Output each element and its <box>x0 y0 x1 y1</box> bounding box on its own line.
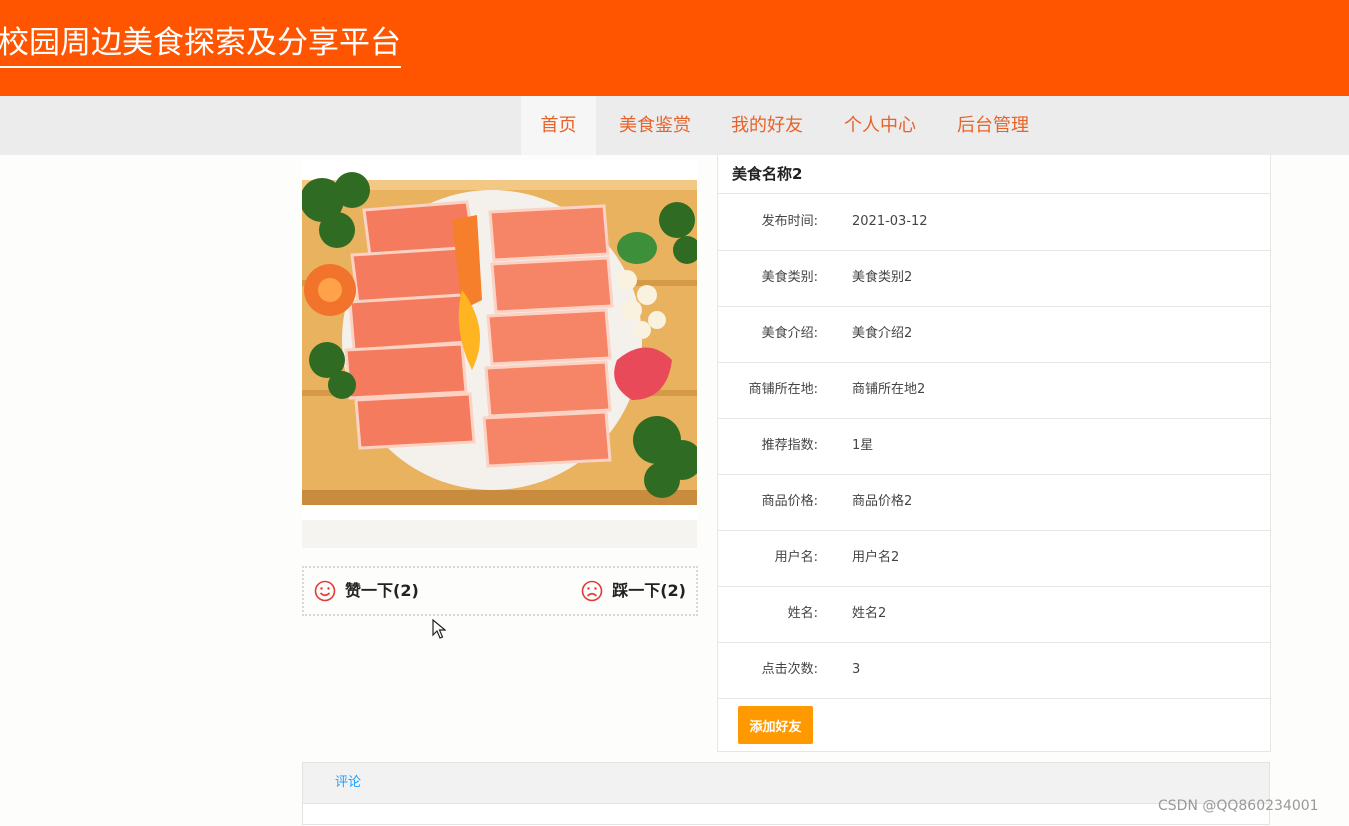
like-button[interactable]: 赞一下(2) <box>314 568 419 614</box>
nav-item-personal-center[interactable]: 个人中心 <box>831 96 929 155</box>
detail-label: 商铺所在地: <box>748 382 818 397</box>
detail-row-username: 用户名: 用户名2 <box>718 530 1270 587</box>
detail-label: 点击次数: <box>761 662 818 677</box>
food-image <box>302 160 697 548</box>
detail-value: 1星 <box>852 438 874 453</box>
dislike-button[interactable]: 踩一下(2) <box>581 568 686 614</box>
nav-item-my-friends[interactable]: 我的好友 <box>718 96 816 155</box>
add-friend-button[interactable]: 添加好友 <box>738 706 813 744</box>
detail-value: 2021-03-12 <box>852 214 928 229</box>
vote-box: 赞一下(2) 踩一下(2) <box>302 566 698 616</box>
detail-value: 美食类别2 <box>852 270 913 285</box>
detail-label: 美食介绍: <box>761 326 818 341</box>
comment-section: 评论 <box>302 762 1270 825</box>
frown-icon <box>581 580 603 602</box>
site-title[interactable]: 校园周边美食探索及分享平台 <box>0 24 401 68</box>
mouse-cursor-icon <box>432 619 446 639</box>
detail-label: 商品价格: <box>761 494 818 509</box>
detail-row-shop-location: 商铺所在地: 商铺所在地2 <box>718 362 1270 419</box>
detail-row-name: 姓名: 姓名2 <box>718 586 1270 643</box>
detail-label: 美食类别: <box>761 270 818 285</box>
food-details-table: 美食名称2 发布时间: 2021-03-12 美食类别: 美食类别2 美食介绍:… <box>717 155 1271 752</box>
main-nav: 首页 美食鉴赏 我的好友 个人中心 后台管理 <box>0 96 1349 155</box>
detail-value: 美食介绍2 <box>852 326 913 341</box>
detail-row-publish-time: 发布时间: 2021-03-12 <box>718 194 1270 251</box>
detail-value: 商品价格2 <box>852 494 913 509</box>
site-header: 校园周边美食探索及分享平台 <box>0 0 1349 96</box>
detail-row-click-count: 点击次数: 3 <box>718 642 1270 699</box>
detail-label: 发布时间: <box>761 214 818 229</box>
comment-tabbar: 评论 <box>303 763 1269 804</box>
food-name-title: 美食名称2 <box>718 155 1270 194</box>
tab-comments[interactable]: 评论 <box>335 763 361 803</box>
nav-item-home[interactable]: 首页 <box>521 96 596 155</box>
detail-row-rating: 推荐指数: 1星 <box>718 418 1270 475</box>
detail-label: 姓名: <box>787 606 818 621</box>
detail-row-category: 美食类别: 美食类别2 <box>718 250 1270 307</box>
detail-value: 姓名2 <box>852 606 887 621</box>
detail-value: 商铺所在地2 <box>852 382 926 397</box>
smile-icon <box>314 580 336 602</box>
detail-label: 推荐指数: <box>761 438 818 453</box>
nav-item-food-gallery[interactable]: 美食鉴赏 <box>606 96 704 155</box>
nav-item-admin[interactable]: 后台管理 <box>944 96 1042 155</box>
detail-label: 用户名: <box>774 550 818 565</box>
detail-value: 3 <box>852 662 861 677</box>
dislike-label: 踩一下(2) <box>612 581 686 600</box>
watermark: CSDN @QQ860234001 <box>1158 798 1319 814</box>
like-label: 赞一下(2) <box>345 581 419 600</box>
detail-row-intro: 美食介绍: 美食介绍2 <box>718 306 1270 363</box>
salmon-sashimi-photo <box>302 160 697 548</box>
detail-value: 用户名2 <box>852 550 900 565</box>
detail-row-price: 商品价格: 商品价格2 <box>718 474 1270 531</box>
